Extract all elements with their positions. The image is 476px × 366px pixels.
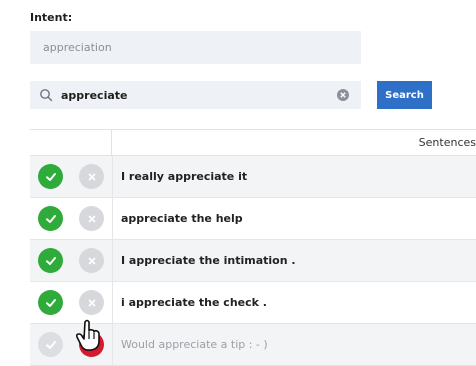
reject-x-icon[interactable] (79, 164, 104, 189)
accept-cell (30, 290, 71, 315)
accept-cell (30, 248, 71, 273)
reject-cell (71, 206, 112, 231)
accept-check-icon[interactable] (38, 164, 63, 189)
table-row: appreciate the help (30, 198, 476, 240)
accept-check-icon[interactable] (38, 332, 63, 357)
sentence-text: Would appreciate a tip : - ) (112, 324, 476, 365)
accept-cell (30, 164, 71, 189)
table-row: I really appreciate it (30, 156, 476, 198)
sentences-header: Sentences (418, 136, 476, 149)
reject-x-icon[interactable] (79, 290, 104, 315)
accept-check-icon[interactable] (38, 290, 63, 315)
search-button[interactable]: Search (377, 81, 432, 109)
table-row: I appreciate the intimation . (30, 240, 476, 282)
hand-pointer-icon (75, 319, 100, 351)
actions-header (30, 130, 112, 155)
accept-check-icon[interactable] (38, 248, 63, 273)
reject-cell (71, 164, 112, 189)
sentence-text: I really appreciate it (112, 156, 476, 197)
intent-name-input[interactable]: appreciation (30, 31, 361, 64)
reject-x-icon[interactable] (79, 206, 104, 231)
search-query-text: appreciate (61, 88, 128, 102)
sentence-search-input[interactable]: appreciate (30, 81, 361, 109)
sentence-text: appreciate the help (112, 198, 476, 239)
accept-cell (30, 332, 71, 357)
intent-value: appreciation (43, 41, 112, 54)
reject-x-icon[interactable] (79, 248, 104, 273)
accept-cell (30, 206, 71, 231)
intent-label: Intent: (30, 11, 73, 24)
table-header: Sentences (30, 129, 476, 156)
reject-cell (71, 248, 112, 273)
clear-icon[interactable] (337, 89, 349, 101)
sentence-text: i appreciate the check . (112, 282, 476, 323)
accept-check-icon[interactable] (38, 206, 63, 231)
reject-cell (71, 290, 112, 315)
search-icon (40, 89, 53, 102)
sentence-text: I appreciate the intimation . (112, 240, 476, 281)
